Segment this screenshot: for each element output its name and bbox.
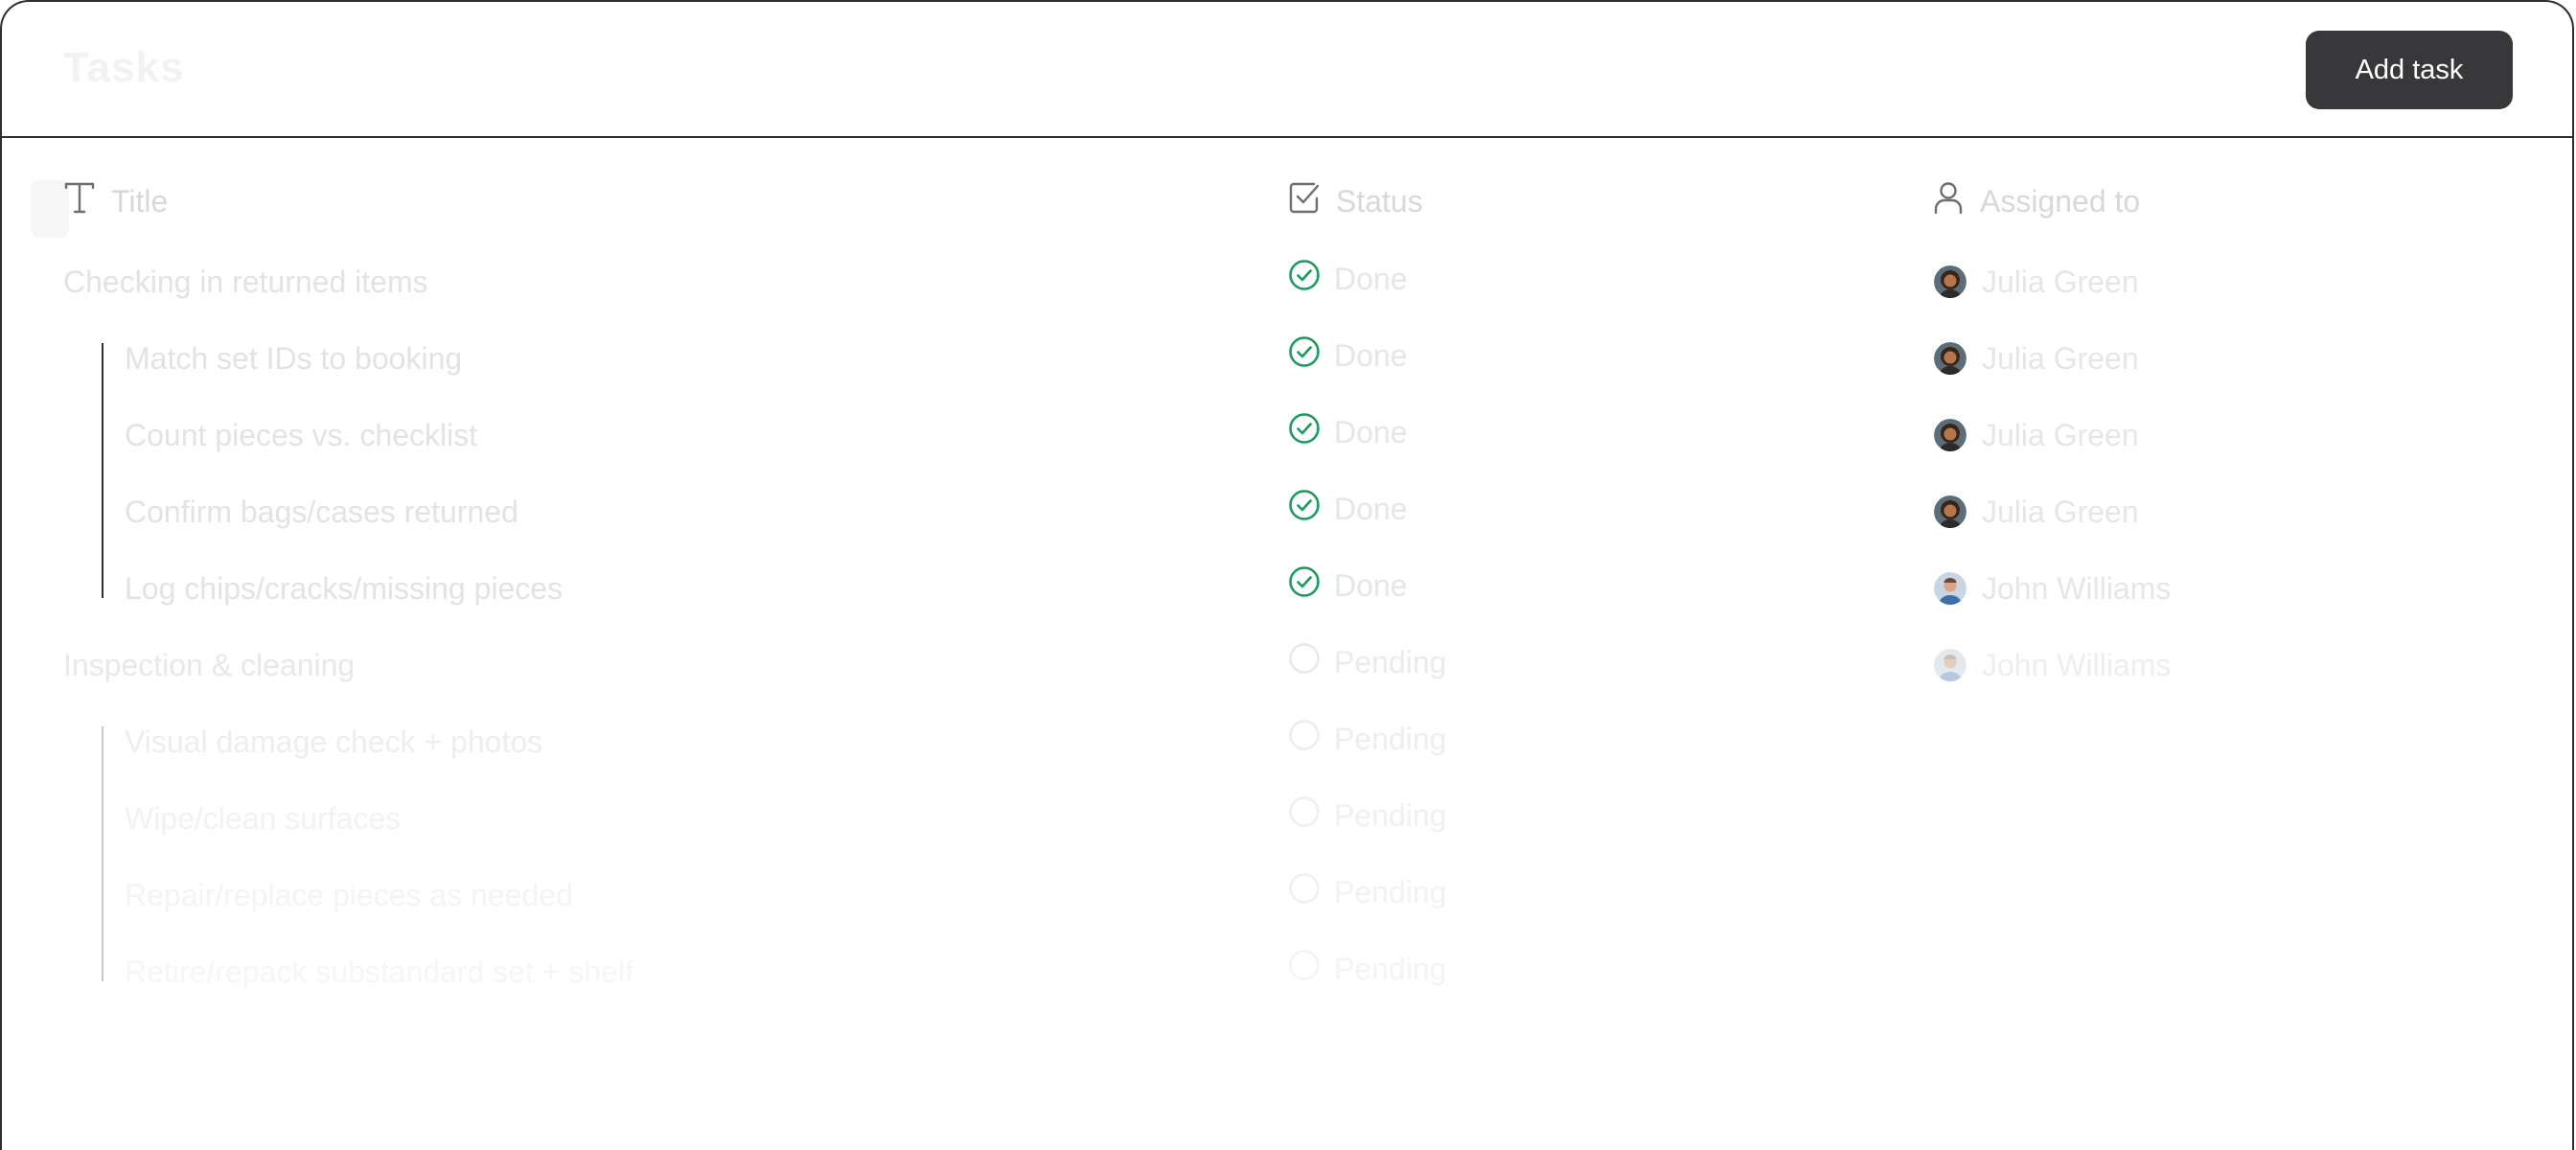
assignee-cell[interactable]: Julia Green	[1934, 414, 2139, 456]
task-group-title[interactable]: Checking in returned items	[63, 261, 428, 303]
check-circle-icon	[1288, 335, 1321, 376]
assignee-name: Julia Green	[1982, 417, 2139, 452]
subtask-title[interactable]: Log chips/cracks/missing pieces	[125, 567, 563, 610]
status-cell[interactable]: Done	[1288, 334, 1408, 377]
subtask-title[interactable]: Retire/repack substandard set + shelf	[125, 951, 633, 993]
status-label: Pending	[1334, 797, 1447, 833]
assignee-name: John Williams	[1982, 647, 2172, 682]
status-label: Done	[1334, 414, 1408, 449]
status-cell[interactable]: Pending	[1288, 948, 1446, 990]
task-group-title[interactable]: Inspection & cleaning	[63, 644, 355, 686]
status-label: Pending	[1334, 644, 1447, 679]
avatar	[1934, 495, 1966, 528]
add-task-button[interactable]: Add task	[2306, 31, 2513, 109]
empty-circle-icon	[1288, 642, 1321, 682]
header-bar: Tasks Add task	[2, 2, 2572, 138]
empty-circle-icon	[1288, 795, 1321, 836]
subtask-title[interactable]: Wipe/clean surfaces	[125, 797, 401, 840]
avatar	[1934, 649, 1966, 681]
user-icon	[1932, 180, 1965, 222]
app-title: Tasks	[63, 44, 185, 91]
assignee-cell[interactable]: John Williams	[1934, 644, 2171, 686]
subtask-tree-line	[102, 343, 104, 598]
assignee-name: Julia Green	[1982, 264, 2139, 299]
status-cell[interactable]: Done	[1288, 488, 1408, 530]
subtask-title[interactable]: Visual damage check + photos	[125, 721, 542, 763]
task-board-window: Tasks Add task Title Status Assigned to	[0, 0, 2574, 1150]
assignee-name: John Williams	[1982, 570, 2172, 606]
column-header-assigned-label: Assigned to	[1980, 183, 2141, 218]
checkbox-icon	[1288, 180, 1321, 222]
status-label: Done	[1334, 567, 1408, 603]
status-cell[interactable]: Done	[1288, 411, 1408, 453]
empty-circle-icon	[1288, 872, 1321, 912]
status-label: Done	[1334, 337, 1408, 373]
status-label: Done	[1334, 491, 1408, 526]
column-header-title[interactable]: Title	[63, 180, 168, 222]
subtask-title[interactable]: Repair/replace pieces as needed	[125, 874, 573, 916]
assignee-cell[interactable]: Julia Green	[1934, 337, 2139, 380]
subtask-title[interactable]: Confirm bags/cases returned	[125, 491, 518, 533]
subtask-tree-line	[102, 726, 104, 981]
status-cell[interactable]: Done	[1288, 564, 1408, 607]
empty-circle-icon	[1288, 949, 1321, 989]
avatar	[1934, 265, 1966, 298]
status-label: Done	[1334, 261, 1408, 296]
assignee-cell[interactable]: Julia Green	[1934, 491, 2139, 533]
column-header-status-label: Status	[1336, 183, 1423, 218]
text-t-icon	[63, 180, 96, 222]
status-cell[interactable]: Pending	[1288, 794, 1446, 837]
status-cell[interactable]: Done	[1288, 258, 1408, 300]
avatar	[1934, 572, 1966, 605]
subtask-title[interactable]: Count pieces vs. checklist	[125, 414, 477, 456]
column-header-status[interactable]: Status	[1288, 180, 1423, 222]
column-header-title-label: Title	[111, 183, 169, 218]
column-header-assigned[interactable]: Assigned to	[1932, 180, 2140, 222]
status-label: Pending	[1334, 951, 1447, 986]
check-circle-icon	[1288, 565, 1321, 606]
status-cell[interactable]: Pending	[1288, 871, 1446, 913]
empty-circle-icon	[1288, 719, 1321, 759]
status-label: Pending	[1334, 721, 1447, 756]
status-cell[interactable]: Pending	[1288, 641, 1446, 683]
avatar	[1934, 342, 1966, 375]
subtask-title[interactable]: Match set IDs to booking	[125, 337, 462, 380]
status-cell[interactable]: Pending	[1288, 718, 1446, 760]
check-circle-icon	[1288, 489, 1321, 529]
check-circle-icon	[1288, 259, 1321, 299]
avatar	[1934, 419, 1966, 451]
status-label: Pending	[1334, 874, 1447, 909]
assignee-cell[interactable]: John Williams	[1934, 567, 2171, 610]
assignee-name: Julia Green	[1982, 494, 2139, 529]
assignee-cell[interactable]: Julia Green	[1934, 261, 2139, 303]
check-circle-icon	[1288, 412, 1321, 452]
assignee-name: Julia Green	[1982, 340, 2139, 376]
